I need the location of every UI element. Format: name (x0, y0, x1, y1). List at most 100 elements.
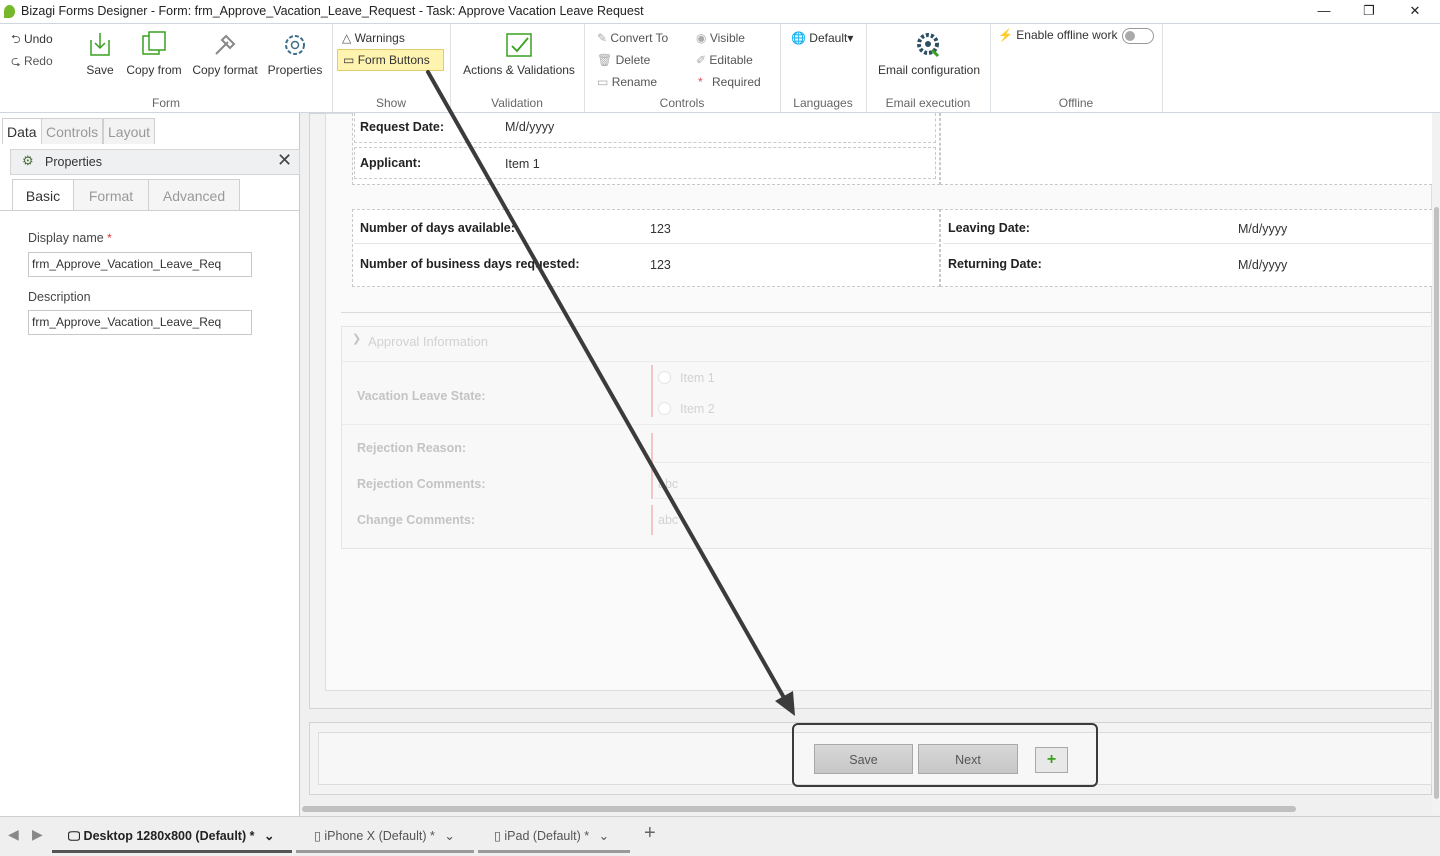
restore-button[interactable]: ❐ (1346, 0, 1392, 23)
device-tab-desktop[interactable]: 🖵 Desktop 1280x800 (Default) * ⌄ (52, 819, 292, 853)
days-available-label: Number of days available: (360, 221, 515, 235)
language-select-label: Default▾ (809, 31, 854, 45)
close-icon[interactable]: ✕ (277, 150, 292, 171)
applicant-value: Item 1 (505, 157, 540, 171)
convert-icon: ✎ (597, 31, 608, 45)
tab-format[interactable]: Format (73, 179, 149, 211)
properties-header: ⚙ Properties ✕ (10, 149, 300, 175)
chevron-down-icon[interactable]: ⌄ (264, 829, 274, 843)
required-indicator (651, 505, 653, 535)
scroll-right-icon[interactable]: ▶ (32, 826, 43, 843)
rejection-comments-input[interactable]: abc (654, 469, 1433, 499)
device-tab-bar: ◀ ▶ 🖵 Desktop 1280x800 (Default) * ⌄ ▯ i… (0, 816, 1440, 856)
change-comments-label: Change Comments: (357, 513, 476, 527)
returning-date-row[interactable]: Returning Date: M/d/yyyy (943, 248, 1432, 282)
approval-divider (342, 361, 1433, 362)
chevron-down-icon[interactable]: ⌄ (599, 829, 609, 843)
save-form-button[interactable]: Save (84, 30, 116, 77)
redo-button[interactable]: ⮎ Redo (11, 52, 53, 73)
group-label-email: Email execution (885, 96, 971, 110)
device-tab-ipad[interactable]: ▯ iPad (Default) * ⌄ (478, 819, 630, 853)
scroll-left-icon[interactable]: ◀ (8, 826, 19, 843)
convert-to-button[interactable]: ✎ Convert To (597, 31, 668, 45)
rejection-comments-label: Rejection Comments: (357, 477, 486, 491)
copy-from-button[interactable]: Copy from (125, 30, 183, 77)
rename-button[interactable]: ▭ Rename (597, 75, 657, 89)
leaving-date-value: M/d/yyyy (1238, 222, 1288, 236)
convert-to-label: Convert To (610, 31, 669, 45)
copy-format-button[interactable]: Copy format (191, 30, 259, 77)
required-indicator (651, 469, 653, 499)
empty-group (940, 113, 1432, 185)
rejection-comments-value: abc (658, 477, 679, 491)
language-select[interactable]: 🌐 Default▾ (791, 31, 853, 45)
description-input[interactable]: frm_Approve_Vacation_Leave_Req (28, 310, 252, 335)
chevron-down-icon[interactable]: ❯ (352, 332, 361, 345)
offline-toggle[interactable] (1122, 28, 1154, 44)
row-divider (342, 424, 1433, 425)
chevron-down-icon[interactable]: ⌄ (444, 829, 454, 843)
required-icon: * (698, 75, 703, 89)
rename-label: Rename (611, 75, 658, 89)
phone-icon: ▯ (314, 829, 321, 843)
offline-work-setting: ⚡ Enable offline work (998, 28, 1117, 42)
tab-data[interactable]: Data (2, 118, 42, 144)
tab-layout[interactable]: Layout (103, 118, 156, 144)
request-date-row[interactable]: Request Date: M/d/yyyy (354, 113, 936, 143)
properties-title: Properties (45, 155, 102, 169)
email-config-icon (917, 33, 940, 58)
leaving-date-row[interactable]: Leaving Date: M/d/yyyy (943, 212, 1432, 244)
leave-state-label: Vacation Leave State: (357, 389, 486, 403)
change-comments-input[interactable]: abc (654, 505, 1433, 535)
days-available-value: 123 (650, 222, 671, 236)
warnings-button[interactable]: △ Warnings (342, 31, 405, 45)
delete-icon: 🗑 (597, 53, 613, 67)
tab-basic[interactable]: Basic (12, 179, 74, 211)
copy-from-icon (142, 31, 166, 55)
leaving-date-label: Leaving Date: (948, 221, 1030, 235)
leave-option2-label: Item 2 (680, 402, 715, 416)
leave-option1-label: Item 1 (680, 371, 715, 385)
tab-controls[interactable]: Controls (41, 118, 104, 144)
left-panel: Data Controls Layout ⚙ Properties ✕ Basi… (0, 113, 300, 816)
properties-button[interactable]: Properties (267, 30, 323, 77)
required-indicator (651, 365, 653, 417)
email-configuration-button[interactable]: Email configuration (874, 30, 984, 77)
undo-button[interactable]: ⮌ Undo (11, 30, 53, 51)
editable-button[interactable]: ✐ Editable (696, 53, 753, 67)
form-buttons-icon: ▭ (343, 53, 355, 67)
minimize-button[interactable]: — (1301, 0, 1347, 23)
group-label-form: Form (152, 96, 180, 110)
business-days-row[interactable]: Number of business days requested: 123 (354, 248, 936, 282)
approval-header: Approval Information (368, 334, 488, 349)
horizontal-scrollbar[interactable] (302, 806, 1296, 812)
rejection-reason-input[interactable] (654, 433, 1433, 463)
editable-icon: ✐ (696, 53, 707, 67)
leave-option1-radio[interactable] (658, 371, 671, 384)
business-days-value: 123 (650, 258, 671, 272)
display-name-input[interactable]: frm_Approve_Vacation_Leave_Req (28, 252, 252, 277)
returning-date-label: Returning Date: (948, 257, 1042, 271)
iphone-tab-label: iPhone X (Default) (324, 829, 427, 843)
toggle-knob (1125, 31, 1135, 41)
applicant-label: Applicant: (360, 156, 422, 170)
email-configuration-label: Email configuration (877, 63, 981, 77)
delete-button[interactable]: 🗑 Delete (597, 53, 650, 67)
device-tab-iphone[interactable]: ▯ iPhone X (Default) * ⌄ (296, 819, 474, 853)
leave-option2-radio[interactable] (658, 402, 671, 415)
group-label-offline: Offline (1058, 96, 1094, 110)
close-window-button[interactable]: ✕ (1392, 0, 1438, 23)
group-label-validation: Validation (491, 96, 543, 110)
tab-advanced[interactable]: Advanced (148, 179, 240, 211)
vertical-scroll-thumb[interactable] (1434, 207, 1439, 799)
visible-button[interactable]: ◉ Visible (696, 31, 745, 45)
add-device-icon[interactable]: + (644, 822, 656, 845)
description-label: Description (28, 290, 91, 304)
required-button[interactable]: * Required (698, 75, 761, 89)
days-available-row[interactable]: Number of days available: 123 (354, 212, 936, 244)
properties-label: Properties (267, 63, 323, 77)
form-buttons-button[interactable]: ▭ Form Buttons (337, 49, 444, 71)
copy-format-icon (215, 34, 236, 55)
applicant-row[interactable]: Applicant: Item 1 (354, 147, 936, 179)
actions-validations-button[interactable]: Actions & Validations (462, 30, 576, 77)
